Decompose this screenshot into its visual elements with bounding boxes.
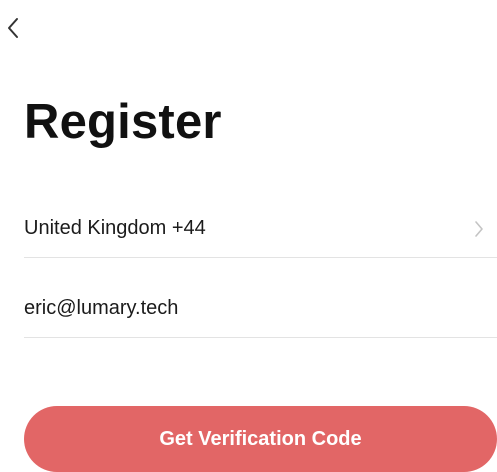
email-input[interactable]	[24, 280, 497, 337]
back-button[interactable]	[0, 8, 40, 48]
page-title: Register	[24, 95, 222, 149]
register-screen: Register United Kingdom +44 Get Verifica…	[0, 0, 497, 472]
email-field[interactable]	[24, 280, 497, 338]
country-selector[interactable]: United Kingdom +44	[24, 200, 497, 258]
country-code-value: United Kingdom +44	[24, 217, 206, 239]
chevron-right-icon	[467, 217, 491, 241]
get-verification-code-button[interactable]: Get Verification Code	[24, 406, 497, 472]
chevron-left-icon	[6, 17, 20, 39]
get-verification-code-label: Get Verification Code	[159, 427, 362, 450]
